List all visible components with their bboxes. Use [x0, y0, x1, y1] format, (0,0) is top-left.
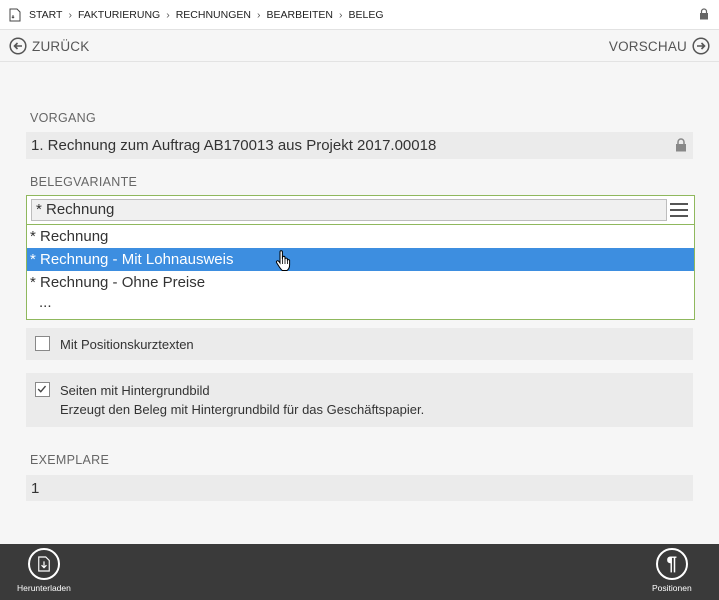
- checkmark-icon: [37, 385, 47, 393]
- belegvariante-input[interactable]: * Rechnung: [31, 199, 667, 221]
- pilcrow-icon: ¶: [666, 553, 678, 575]
- breadcrumb-separator: ›: [166, 8, 170, 21]
- hand-cursor-icon: [275, 250, 291, 271]
- vorgang-value: 1. Rechnung zum Auftrag AB170013 aus Pro…: [31, 137, 437, 154]
- arrow-right-circle-icon: [692, 37, 710, 55]
- dropdown-option[interactable]: * Rechnung: [27, 225, 694, 248]
- lock-icon: [676, 138, 686, 152]
- breadcrumb-item-start[interactable]: START: [29, 9, 62, 21]
- preview-label: VORSCHAU: [608, 38, 687, 54]
- document-icon: [9, 8, 21, 21]
- dropdown-option[interactable]: * Rechnung - Ohne Preise: [27, 271, 694, 294]
- belegvariante-label: BELEGVARIANTE: [30, 175, 138, 189]
- download-label: Herunterladen: [17, 583, 71, 593]
- preview-button[interactable]: VORSCHAU: [609, 37, 710, 55]
- positionskurztexte-row: Mit Positionskurztexten: [26, 328, 693, 360]
- breadcrumb-separator: ›: [339, 8, 343, 21]
- breadcrumb-item-beleg: BELEG: [348, 8, 384, 21]
- arrow-left-circle-icon: [9, 37, 27, 55]
- breadcrumb-separator: ›: [68, 8, 72, 21]
- hintergrundbild-description: Erzeugt den Beleg mit Hintergrundbild fü…: [60, 402, 425, 417]
- exemplare-input[interactable]: 1: [26, 475, 693, 501]
- belegvariante-select[interactable]: * Rechnung: [26, 195, 695, 225]
- positions-label: Positionen: [652, 583, 692, 593]
- hintergrundbild-checkbox[interactable]: [35, 382, 50, 397]
- dropdown-option-more[interactable]: ...: [27, 294, 694, 317]
- vorgang-label: VORGANG: [30, 111, 96, 125]
- navigation-bar: ZURÜCK VORSCHAU: [0, 30, 719, 62]
- download-icon: [38, 556, 50, 572]
- exemplare-value: 1: [31, 479, 40, 497]
- positions-ring: ¶: [655, 548, 688, 580]
- download-ring: [27, 548, 60, 580]
- breadcrumb-item-fakturierung[interactable]: FAKTURIERUNG: [78, 9, 160, 21]
- lock-icon: [700, 8, 708, 20]
- belegvariante-dropdown: * Rechnung * Rechnung - Mit Lohnausweis …: [26, 225, 695, 320]
- hintergrundbild-label: Seiten mit Hintergrundbild: [60, 383, 210, 398]
- back-button[interactable]: ZURÜCK: [9, 37, 89, 55]
- positionskurztexte-label: Mit Positionskurztexten: [60, 337, 194, 352]
- dropdown-option-highlighted[interactable]: * Rechnung - Mit Lohnausweis: [27, 248, 694, 271]
- download-button[interactable]: Herunterladen: [17, 548, 71, 593]
- breadcrumb-item-rechnungen[interactable]: RECHNUNGEN: [176, 9, 251, 21]
- vorgang-field: 1. Rechnung zum Auftrag AB170013 aus Pro…: [26, 132, 693, 159]
- exemplare-label: EXEMPLARE: [30, 453, 110, 467]
- back-label: ZURÜCK: [32, 38, 90, 54]
- breadcrumb-bar: START › FAKTURIERUNG › RECHNUNGEN › BEAR…: [0, 0, 719, 30]
- breadcrumb-item-bearbeiten[interactable]: BEARBEITEN: [266, 9, 333, 21]
- positions-button[interactable]: ¶ Positionen: [652, 548, 692, 593]
- breadcrumb-separator: ›: [256, 8, 261, 21]
- menu-icon[interactable]: [670, 203, 688, 217]
- positionskurztexte-checkbox[interactable]: [35, 336, 50, 351]
- bottom-toolbar: Herunterladen ¶ Positionen: [0, 544, 719, 600]
- hintergrundbild-row: Seiten mit Hintergrundbild Erzeugt den B…: [26, 373, 693, 427]
